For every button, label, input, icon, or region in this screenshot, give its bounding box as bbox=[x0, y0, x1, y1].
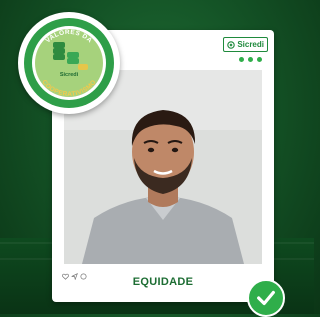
cooperativism-seal-emblem: VALORES DA Sicredi COOPERATIVISMO bbox=[21, 15, 117, 111]
sicredi-logo-icon bbox=[227, 40, 236, 49]
sicredi-logo-text: Sicredi bbox=[237, 40, 264, 49]
sicredi-logo: Sicredi bbox=[223, 37, 268, 52]
checkmark-badge bbox=[247, 279, 285, 317]
seal-center-text: Sicredi bbox=[60, 72, 79, 78]
checkmark-icon bbox=[257, 290, 275, 306]
cooperativism-values-seal: VALORES DA Sicredi COOPERATIVISMO bbox=[18, 12, 120, 114]
post-caption: EQUIDADE bbox=[132, 276, 194, 288]
three-dots-icon[interactable] bbox=[239, 57, 262, 62]
